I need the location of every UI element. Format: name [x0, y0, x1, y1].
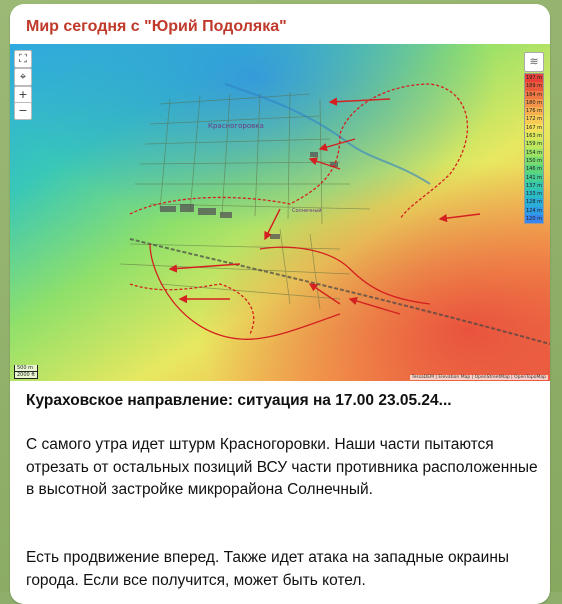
- legend-item: 133 m: [525, 190, 543, 199]
- legend-item: 137 m: [525, 181, 543, 191]
- legend-item: 184 m: [525, 90, 543, 99]
- legend-item: 128 m: [525, 198, 543, 207]
- elevation-legend: 197 m 189 m 184 m 180 m 176 m 172 m 167 m 163 m…: [524, 73, 544, 225]
- legend-item: 124 m: [525, 206, 543, 216]
- legend-item: 167 m: [525, 123, 543, 133]
- district-label: Солнечный: [292, 207, 322, 214]
- legend-item: 159 m: [525, 140, 543, 149]
- locate-icon[interactable]: ⌖: [14, 68, 32, 86]
- legend-item: 176 m: [525, 107, 543, 116]
- legend-item: 163 m: [525, 132, 543, 141]
- elevation-map: Красногоровка Солнечный: [10, 44, 550, 381]
- legend-item: 120 m: [525, 215, 543, 224]
- legend-item: 154 m: [525, 148, 543, 157]
- post-paragraph-2: Есть продвижение вперед. Также идет атак…: [26, 549, 510, 589]
- map-image[interactable]: Красногоровка Солнечный ⛶ ⌖ + − ≋ 197 m1…: [10, 44, 550, 381]
- post-title: Кураховское направление: ситуация на 17.…: [26, 392, 452, 409]
- legend-item: 197 m: [525, 74, 543, 83]
- channel-name[interactable]: Мир сегодня с "Юрий Подоляка": [26, 18, 287, 36]
- legend-item: 150 m: [525, 156, 543, 166]
- layers-icon[interactable]: ≋: [524, 52, 544, 72]
- legend-item: 146 m: [525, 165, 543, 174]
- legend-item: 141 m: [525, 173, 543, 182]
- zoom-out-button[interactable]: −: [14, 102, 32, 120]
- legend-item: 189 m: [525, 82, 543, 91]
- legend-item: 180 m: [525, 98, 543, 108]
- map-attribution: TessaDEM | Elevation Map | OpenStreetMap…: [409, 375, 548, 380]
- post-paragraph-1: С самого утра идет штурм Красногоровки. …: [26, 436, 538, 498]
- message-card: Мир сегодня с "Юрий Подоляка" Красногоро…: [10, 4, 550, 604]
- scale-bar: 500 m 2000 ft: [14, 365, 38, 379]
- town-label: Красногоровка: [208, 122, 264, 130]
- fullscreen-icon[interactable]: ⛶: [14, 50, 32, 68]
- legend-item: 172 m: [525, 115, 543, 124]
